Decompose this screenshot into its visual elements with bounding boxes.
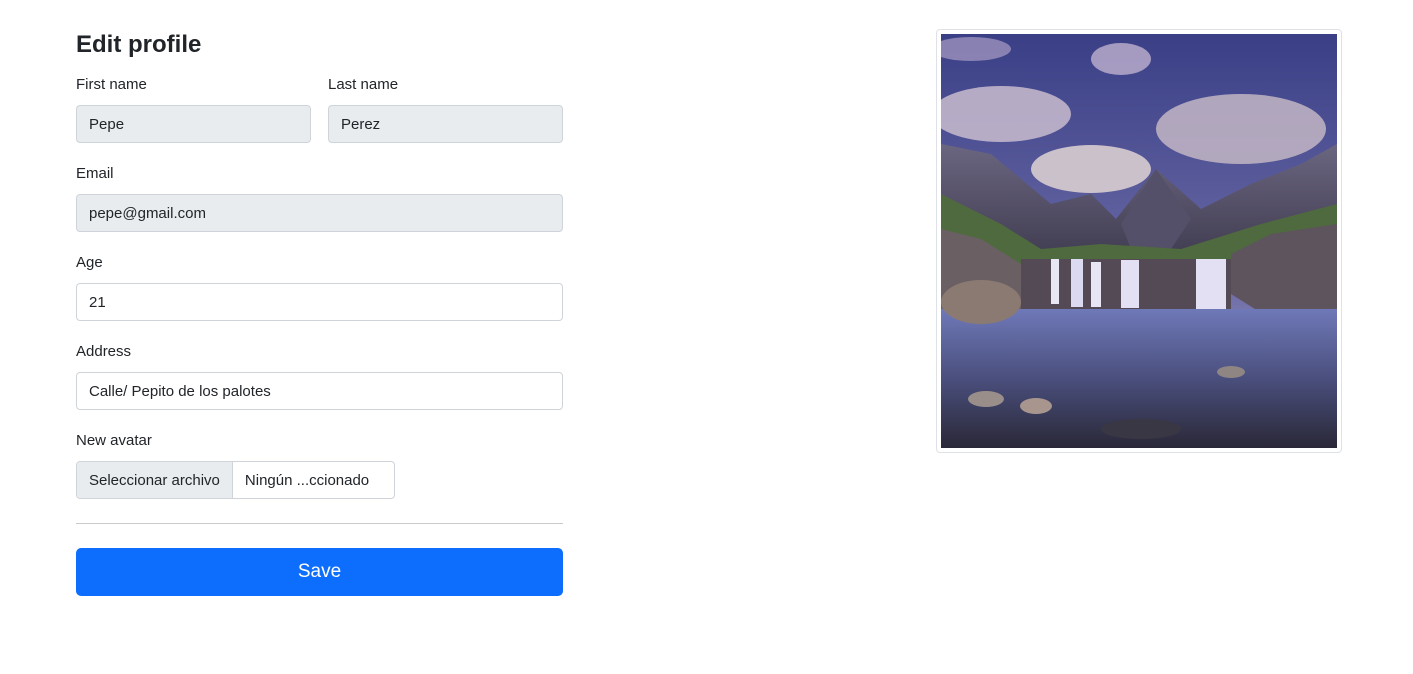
- last-name-group: Last name Perez: [328, 76, 563, 143]
- waterfall-landscape-image: [941, 34, 1337, 448]
- choose-file-button[interactable]: Seleccionar archivo: [77, 462, 233, 498]
- name-row: First name Pepe Last name Perez: [76, 76, 563, 143]
- edit-profile-form: Edit profile First name Pepe Last name P…: [76, 30, 563, 596]
- divider: [76, 523, 563, 524]
- email-field[interactable]: pepe@gmail.com: [76, 194, 563, 232]
- email-label: Email: [76, 165, 114, 182]
- avatar-group: New avatar Seleccionar archivo Ningún ..…: [76, 432, 563, 499]
- last-name-field[interactable]: Perez: [328, 105, 563, 143]
- first-name-label: First name: [76, 76, 147, 93]
- last-name-label: Last name: [328, 76, 399, 93]
- first-name-group: First name Pepe: [76, 76, 311, 143]
- avatar-label: New avatar: [76, 432, 152, 449]
- first-name-field[interactable]: Pepe: [76, 105, 311, 143]
- avatar-file-input[interactable]: Seleccionar archivo Ningún ...ccionado: [76, 461, 395, 499]
- file-name-text: Ningún ...ccionado: [244, 471, 370, 489]
- page-title: Edit profile: [76, 31, 202, 58]
- address-group: Address Calle/ Pepito de los palotes: [76, 343, 563, 410]
- avatar-preview: [936, 29, 1342, 453]
- age-field[interactable]: 21: [76, 283, 563, 321]
- save-button[interactable]: Save: [76, 548, 563, 596]
- age-label: Age: [76, 254, 103, 271]
- address-field[interactable]: Calle/ Pepito de los palotes: [76, 372, 563, 410]
- address-label: Address: [76, 343, 132, 360]
- age-group: Age 21: [76, 254, 563, 321]
- email-group: Email pepe@gmail.com: [76, 165, 563, 232]
